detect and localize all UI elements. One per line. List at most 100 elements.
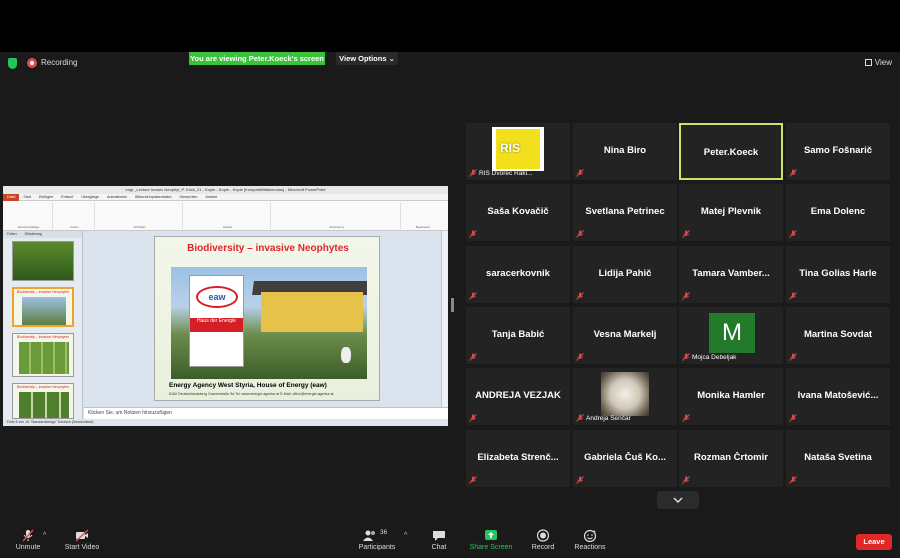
eaw-logo: eaw bbox=[196, 286, 238, 308]
participant-tile[interactable]: Svetlana Petrinec bbox=[573, 184, 677, 241]
shared-screen[interactable]: engl._Lecture Invasiv Neophyt_P. Köck_21… bbox=[3, 186, 448, 426]
participant-tile[interactable]: Ivana Matošević... bbox=[786, 368, 890, 425]
participant-name: Ema Dolenc bbox=[810, 206, 866, 217]
split-view-handle[interactable] bbox=[451, 298, 454, 312]
slide-address: 8160 Deutschlandsberg Grazerstraße 9a Te… bbox=[169, 392, 334, 396]
ribbon-group-label: Folien bbox=[70, 225, 79, 229]
microphone-muted-icon bbox=[789, 169, 797, 177]
participant-tile[interactable]: Martina Sovdat bbox=[786, 307, 890, 364]
grid-icon bbox=[864, 59, 872, 66]
top-blank-area bbox=[0, 0, 900, 52]
slide-thumbnail: Biodiversity – invasive Neophytes bbox=[12, 383, 74, 419]
microphone-muted-icon bbox=[682, 292, 690, 300]
participant-tile[interactable]: Monika Hamler bbox=[679, 368, 783, 425]
participant-tile[interactable]: M Mojca Debeljak bbox=[679, 307, 783, 364]
participant-tile[interactable]: Samo Fošnarič bbox=[786, 123, 890, 180]
record-button[interactable]: Record bbox=[530, 529, 556, 551]
profile-photo bbox=[601, 372, 649, 416]
leave-button[interactable]: Leave bbox=[856, 534, 892, 550]
participant-name: Tamara Vamber... bbox=[692, 268, 770, 279]
ribbon-group-clipboard: Zwischenablage bbox=[5, 203, 53, 229]
recording-icon[interactable] bbox=[27, 58, 37, 68]
slide-photo-house-of-energy: eaw Haus der Energie bbox=[171, 267, 367, 379]
participant-tile[interactable]: Lidija Pahič bbox=[573, 246, 677, 303]
ribbon: Zwischenablage Folien Schriftart Absatz … bbox=[3, 201, 448, 231]
participant-tile[interactable]: saracerkovnik bbox=[466, 246, 570, 303]
participant-tile[interactable]: RIS RIS Dvorec Raki... bbox=[466, 123, 570, 180]
participant-name: Martina Sovdat bbox=[803, 329, 873, 340]
eaw-sign: eaw Haus der Energie bbox=[189, 275, 244, 367]
microphone-muted-icon bbox=[22, 529, 34, 542]
tab-gliederung: Gliederung bbox=[24, 232, 42, 236]
participant-tile[interactable]: Tamara Vamber... bbox=[679, 246, 783, 303]
logo-text: RIS bbox=[500, 141, 521, 155]
participant-tile[interactable]: Nina Biro bbox=[573, 123, 677, 180]
participant-name: Ivana Matošević... bbox=[797, 390, 879, 401]
participant-name: Rozman Črtomir bbox=[694, 452, 768, 463]
ribbon-group-drawing: Zeichnung bbox=[273, 203, 401, 229]
gallery-next-page-button[interactable] bbox=[657, 491, 699, 509]
participant-tile[interactable]: Nataša Svetina bbox=[786, 430, 890, 487]
participant-tile[interactable]: Peter.Koeck bbox=[679, 123, 783, 180]
ribbon-tabs: Datei Start Einfügen Entwurf Übergänge A… bbox=[3, 193, 448, 201]
share-screen-button[interactable]: Share Screen bbox=[468, 529, 514, 551]
unmute-button[interactable]: Unmute bbox=[14, 529, 42, 551]
participant-tile[interactable]: Gabriela Čuš Ko... bbox=[573, 430, 677, 487]
participant-tile[interactable]: Tina Golias Harle bbox=[786, 246, 890, 303]
viewing-screen-banner: You are viewing Peter.Koeck's screen bbox=[189, 52, 325, 65]
ribbon-group-label: Absatz bbox=[222, 225, 233, 229]
powerpoint-workspace: Folien Gliederung Biodiversity – invasiv… bbox=[3, 231, 448, 419]
view-label: View bbox=[874, 58, 892, 67]
participant-tile[interactable]: Ema Dolenc bbox=[786, 184, 890, 241]
participant-name: Tanja Babić bbox=[491, 329, 545, 340]
ribbon-tab-uebergaenge: Übergänge bbox=[81, 195, 100, 199]
unmute-options-caret[interactable]: ^ bbox=[43, 532, 46, 539]
participant-tile[interactable]: Tanja Babić bbox=[466, 307, 570, 364]
share-screen-icon bbox=[485, 530, 497, 540]
participant-tile[interactable]: Elizabeta Strenč... bbox=[466, 430, 570, 487]
view-button[interactable]: View bbox=[864, 58, 892, 67]
ribbon-group-font: Schriftart bbox=[97, 203, 183, 229]
participant-tile[interactable]: Matej Plevnik bbox=[679, 184, 783, 241]
reactions-button[interactable]: + Reactions bbox=[572, 529, 608, 551]
slide-scrollbar bbox=[441, 231, 448, 407]
thumbnail-title: Biodiversity – invasive Neophytes bbox=[16, 335, 70, 339]
participant-label: RIS Dvorec Raki... bbox=[479, 170, 533, 177]
chat-button[interactable]: Chat bbox=[426, 529, 452, 551]
participant-tile[interactable]: Saša Kovačič bbox=[466, 184, 570, 241]
participant-name: Peter.Koeck bbox=[703, 147, 759, 158]
ribbon-tab-bildschirmpraesentation: Bildschirmpräsentation bbox=[135, 195, 172, 199]
microphone-muted-icon bbox=[469, 292, 477, 300]
reactions-smiley-icon: + bbox=[583, 529, 597, 542]
participant-name: Svetlana Petrinec bbox=[585, 206, 665, 217]
participants-button[interactable]: 36 Participants bbox=[356, 529, 398, 551]
participant-tile[interactable]: Vesna Markelj bbox=[573, 307, 677, 364]
start-video-button[interactable]: Start Video bbox=[62, 529, 102, 551]
participants-options-caret[interactable]: ^ bbox=[404, 532, 407, 539]
ribbon-group-label: Zeichnung bbox=[329, 225, 344, 229]
thumbnail-photo bbox=[22, 297, 66, 325]
participant-name: Gabriela Čuš Ko... bbox=[584, 452, 666, 463]
view-options-button[interactable]: View Options ⌄ bbox=[336, 52, 398, 65]
participant-name: Lidija Pahič bbox=[598, 268, 652, 279]
reactions-label: Reactions bbox=[574, 544, 606, 551]
participant-tile[interactable]: Rozman Črtomir bbox=[679, 430, 783, 487]
dog-figure bbox=[341, 347, 351, 363]
participant-tile[interactable]: ANDREJA VEZJAK bbox=[466, 368, 570, 425]
slide-caption: Energy Agency West Styria, House of Ener… bbox=[169, 382, 327, 389]
microphone-muted-icon bbox=[469, 230, 477, 238]
shield-icon[interactable] bbox=[8, 58, 17, 69]
microphone-muted-icon bbox=[789, 230, 797, 238]
thumbnail-panel-tabs: Folien Gliederung bbox=[3, 231, 82, 238]
microphone-muted-icon bbox=[469, 414, 477, 422]
ribbon-tab-einfuegen: Einfügen bbox=[38, 195, 54, 199]
record-label: Record bbox=[531, 544, 555, 551]
ribbon-tab-entwurf: Entwurf bbox=[61, 195, 74, 199]
participants-count: 36 bbox=[380, 529, 388, 536]
eaw-sign-text: Haus der Energie bbox=[190, 318, 243, 332]
recording-label: Recording bbox=[41, 58, 78, 67]
video-off-icon bbox=[75, 529, 89, 542]
microphone-muted-icon bbox=[789, 292, 797, 300]
participant-name: saracerkovnik bbox=[486, 268, 550, 279]
participant-tile[interactable]: Andreja Senčar bbox=[573, 368, 677, 425]
